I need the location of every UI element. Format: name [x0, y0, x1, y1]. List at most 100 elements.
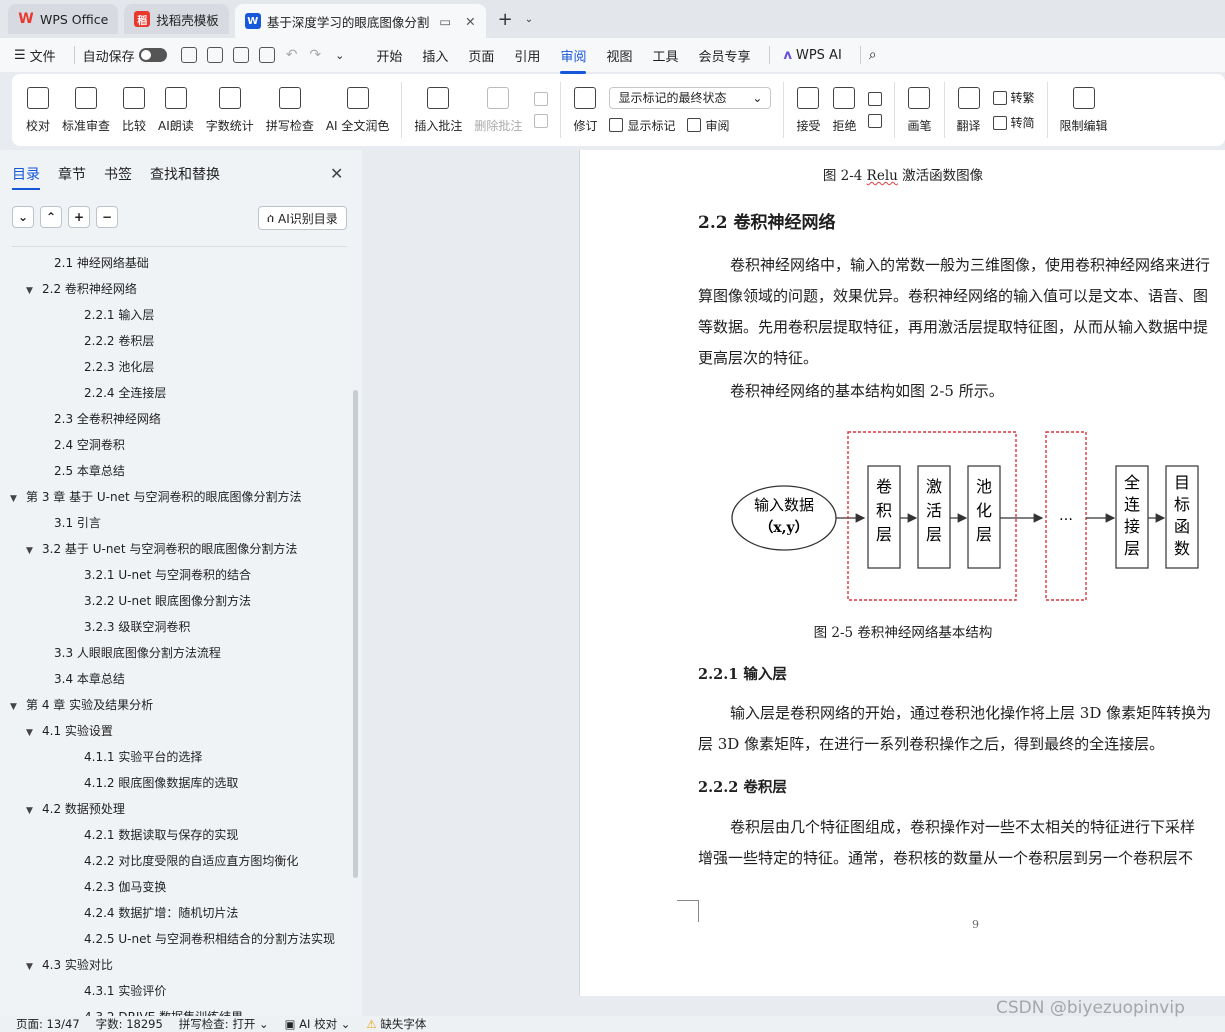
- toc-item[interactable]: 2.2.2 卷积层: [0, 328, 350, 354]
- word-count-button[interactable]: 字数统计: [200, 78, 260, 142]
- expand-up-button[interactable]: ⌃: [40, 206, 62, 228]
- compare-button[interactable]: 比较: [116, 78, 152, 142]
- spell-check-button[interactable]: 拼写检查: [260, 78, 320, 142]
- page-indicator[interactable]: 页面: 13/47: [16, 1016, 80, 1032]
- undo-icon[interactable]: ↶: [286, 47, 298, 63]
- markup-state-select[interactable]: 显示标记的最终状态 ⌄: [609, 86, 772, 109]
- toc-item[interactable]: 3.4 本章总结: [0, 666, 350, 692]
- collapse-all-button[interactable]: ⌄: [12, 206, 34, 228]
- toc-item[interactable]: 3.2.3 级联空洞卷积: [0, 614, 350, 640]
- translate-button[interactable]: 翻译: [951, 78, 987, 142]
- add-heading-button[interactable]: +: [68, 206, 90, 228]
- menu-insert[interactable]: 插入: [412, 46, 458, 65]
- toc-item[interactable]: ▼ 4.2 数据预处理: [0, 796, 350, 822]
- next-comment-icon[interactable]: [534, 114, 549, 128]
- to-simplified-button[interactable]: 转简: [1011, 114, 1035, 131]
- toc-item[interactable]: 2.5 本章总结: [0, 458, 350, 484]
- menu-home[interactable]: 开始: [366, 46, 412, 65]
- menu-page[interactable]: 页面: [458, 46, 504, 65]
- toc-item[interactable]: 4.2.5 U-net 与空洞卷积相结合的分割方法实现: [0, 926, 350, 952]
- toc-item[interactable]: 2.1 神经网络基础: [0, 250, 350, 276]
- ai-read-button[interactable]: AI朗读: [152, 78, 200, 142]
- close-tab-icon[interactable]: ✕: [465, 14, 475, 29]
- ai-polish-button[interactable]: AI 全文润色: [320, 78, 396, 142]
- prev-comment-icon[interactable]: [534, 92, 549, 106]
- tab-document[interactable]: W 基于深度学习的眼底图像分割 ▭ ✕: [234, 4, 486, 38]
- toc-item[interactable]: 4.2.2 对比度受限的自适应直方图均衡化: [0, 848, 350, 874]
- toc-item[interactable]: 3.2.1 U-net 与空洞卷积的结合: [0, 562, 350, 588]
- proofread-button[interactable]: 校对: [20, 78, 56, 142]
- nav-tab-chapters[interactable]: 章节: [58, 164, 86, 184]
- save-icon[interactable]: [180, 47, 197, 63]
- next-change-icon[interactable]: [868, 114, 883, 128]
- accept-button[interactable]: 接受: [790, 78, 826, 142]
- collapse-arrow-icon[interactable]: ▼: [26, 278, 38, 304]
- toc-item[interactable]: 2.4 空洞卷积: [0, 432, 350, 458]
- toc-item[interactable]: 2.2.3 池化层: [0, 354, 350, 380]
- toc-item[interactable]: 4.1.1 实验平台的选择: [0, 744, 350, 770]
- collapse-arrow-icon[interactable]: ▼: [26, 538, 38, 564]
- collapse-arrow-icon[interactable]: ▼: [26, 954, 38, 980]
- menu-member[interactable]: 会员专享: [688, 46, 760, 65]
- screen-icon[interactable]: ▭: [439, 14, 451, 29]
- hamburger-icon[interactable]: ☰: [14, 48, 26, 63]
- collapse-arrow-icon[interactable]: ▼: [26, 798, 38, 824]
- collapse-arrow-icon[interactable]: ▼: [10, 694, 22, 720]
- toc-item[interactable]: ▼ 第 3 章 基于 U-net 与空洞卷积的眼底图像分割方法: [0, 484, 350, 510]
- toc-item[interactable]: 3.1 引言: [0, 510, 350, 536]
- search-icon[interactable]: ⌕: [869, 47, 877, 63]
- toc-item[interactable]: 2.2.1 输入层: [0, 302, 350, 328]
- show-markup-button[interactable]: 显示标记: [627, 117, 675, 134]
- restrict-edit-button[interactable]: 限制编辑: [1054, 78, 1114, 142]
- missing-font-status[interactable]: ⚠ 缺失字体: [366, 1016, 426, 1032]
- menu-wps-ai[interactable]: WPS AI: [792, 48, 852, 63]
- reject-button[interactable]: 拒绝: [826, 78, 862, 142]
- toc-item[interactable]: ▼ 4.1 实验设置: [0, 718, 350, 744]
- toc-item[interactable]: 2.2.4 全连接层: [0, 380, 350, 406]
- toc-item[interactable]: 3.2.2 U-net 眼底图像分割方法: [0, 588, 350, 614]
- collapse-arrow-icon[interactable]: ▼: [10, 486, 22, 512]
- toc-item[interactable]: ▼ 4.3 实验对比: [0, 952, 350, 978]
- spell-check-status[interactable]: 拼写检查: 打开 ⌄: [179, 1016, 269, 1032]
- track-changes-button[interactable]: 修订: [567, 78, 603, 142]
- ai-proof-status[interactable]: ▣ AI 校对 ⌄: [285, 1016, 351, 1032]
- menu-review[interactable]: 审阅: [550, 46, 596, 74]
- tab-wps-office[interactable]: W WPS Office: [8, 4, 119, 34]
- menu-references[interactable]: 引用: [504, 46, 550, 65]
- toc-item[interactable]: 4.2.4 数据扩增：随机切片法: [0, 900, 350, 926]
- collapse-arrow-icon[interactable]: ▼: [26, 720, 38, 746]
- document-page[interactable]: 图 2-4 Relu 激活函数图像 2.2 卷积神经网络 卷积神经网络中，输入的…: [579, 150, 1225, 996]
- menu-file[interactable]: 文件: [26, 46, 66, 65]
- new-tab-icon[interactable]: +: [492, 9, 519, 30]
- toc-item[interactable]: 4.1.2 眼底图像数据库的选取: [0, 770, 350, 796]
- print-icon[interactable]: [232, 47, 249, 63]
- to-traditional-button[interactable]: 转繁: [1011, 89, 1035, 106]
- toc-item[interactable]: 4.2.1 数据读取与保存的实现: [0, 822, 350, 848]
- toc-item[interactable]: 2.3 全卷积神经网络: [0, 406, 350, 432]
- chevron-down-icon[interactable]: ⌄: [525, 14, 533, 25]
- nav-tab-toc[interactable]: 目录: [12, 164, 40, 190]
- menu-tools[interactable]: 工具: [642, 46, 688, 65]
- wps-ai-icon[interactable]: ʌ: [784, 48, 792, 63]
- toc-item[interactable]: ▼ 第 4 章 实验及结果分析: [0, 692, 350, 718]
- standard-review-button[interactable]: 标准审查: [56, 78, 116, 142]
- nav-tab-bookmarks[interactable]: 书签: [104, 164, 132, 184]
- prev-change-icon[interactable]: [868, 92, 883, 106]
- nav-tab-find-replace[interactable]: 查找和替换: [150, 164, 220, 184]
- close-icon[interactable]: ✕: [330, 164, 343, 183]
- redo-icon[interactable]: ↷: [309, 47, 321, 63]
- tab-template[interactable]: 稻 找稻壳模板: [124, 4, 229, 34]
- more-chevron-icon[interactable]: ⌄: [335, 49, 344, 62]
- remove-heading-button[interactable]: −: [96, 206, 118, 228]
- word-count[interactable]: 字数: 18295: [96, 1016, 163, 1032]
- autosave-toggle[interactable]: [138, 48, 167, 62]
- insert-comment-button[interactable]: 插入批注: [408, 78, 468, 142]
- ai-toc-button[interactable]: ሰ AI识别目录: [258, 206, 347, 230]
- toc-item[interactable]: 3.3 人眼眼底图像分割方法流程: [0, 640, 350, 666]
- toc-item[interactable]: 4.2.3 伽马变换: [0, 874, 350, 900]
- toc-scrollbar[interactable]: [353, 390, 358, 878]
- export-pdf-icon[interactable]: [206, 47, 223, 63]
- delete-comment-button[interactable]: 删除批注: [468, 78, 528, 142]
- toc-item[interactable]: 4.3.1 实验评价: [0, 978, 350, 1004]
- menu-view[interactable]: 视图: [596, 46, 642, 65]
